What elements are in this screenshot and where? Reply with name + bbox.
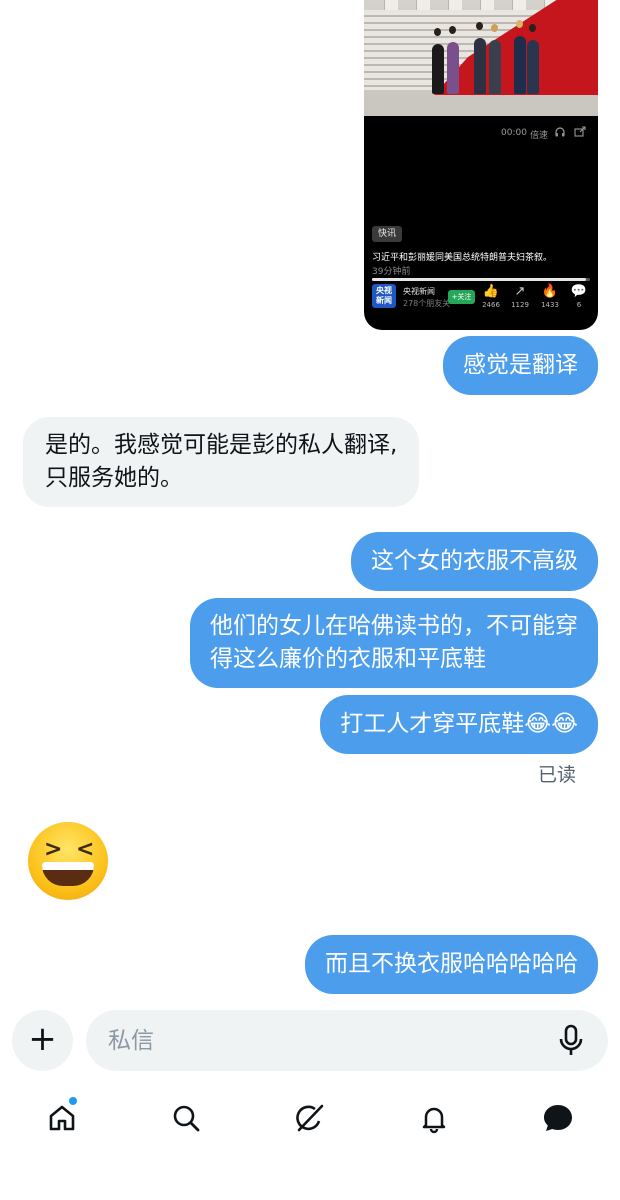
comment-icon: 💬 (570, 284, 588, 299)
message-line: 只服务她的。 (45, 465, 183, 491)
share-screen-icon[interactable] (574, 126, 586, 142)
plus-icon[interactable]: + (12, 1010, 73, 1071)
video-time-ago: 39分钟前 (372, 267, 411, 277)
comment-count: 6 (576, 301, 582, 309)
bottom-tab-bar (0, 1090, 620, 1146)
message-bubble-outgoing[interactable]: 感觉是翻译 (443, 336, 598, 395)
video-headline: 习近平和彭丽媛同美国总统特朗普夫妇茶叙。 (372, 253, 553, 263)
message-line: 是的。我感觉可能是彭的私人翻译, (45, 432, 398, 458)
comment-stat[interactable]: 💬 6 (564, 284, 594, 310)
headphones-icon[interactable] (554, 126, 566, 142)
channel-followers: 278个朋友关 (403, 299, 451, 308)
video-progress-bar[interactable] (372, 278, 590, 281)
video-thumbnail[interactable] (364, 0, 598, 116)
home-notification-dot (69, 1097, 77, 1105)
message-bubble-outgoing[interactable]: 而且不换衣服哈哈哈哈哈 (305, 935, 598, 994)
microphone-icon[interactable] (556, 1024, 586, 1058)
search-icon[interactable] (166, 1098, 206, 1138)
news-tag: 快讯 (372, 226, 403, 242)
message-line: 他们的女儿在哈佛读书的，不可能穿 (210, 613, 578, 639)
bell-icon[interactable] (414, 1098, 454, 1138)
video-controls: 00:00 倍速 (364, 126, 598, 146)
flame-icon: 🔥 (541, 284, 559, 299)
message-bubble-outgoing[interactable]: 他们的女儿在哈佛读书的，不可能穿 得这么廉价的衣服和平底鞋 (190, 598, 598, 688)
follow-button[interactable]: +关注 (448, 290, 475, 304)
home-icon[interactable] (42, 1098, 82, 1138)
like-count: 2466 (482, 301, 500, 309)
share-stat[interactable]: ↗ 1129 (505, 284, 535, 310)
video-progress-fill (372, 278, 586, 281)
like-stat[interactable]: 👍 2466 (476, 284, 506, 310)
message-input[interactable] (108, 1010, 548, 1071)
read-receipt: 已读 (537, 764, 576, 786)
message-bubble-outgoing[interactable]: 打工人才穿平底鞋😂😂 (320, 695, 598, 754)
video-time: 00:00 (501, 128, 527, 138)
thumbs-up-icon: 👍 (482, 284, 500, 299)
flame-count: 1433 (541, 301, 559, 309)
shared-video-card[interactable]: 00:00 倍速 快讯 习近平和彭丽媛同美国总统特朗普夫妇茶叙。 39分钟前 央… (364, 0, 598, 330)
grinning-squinting-face-emoji[interactable]: > < (28, 822, 108, 900)
grok-icon[interactable] (290, 1098, 330, 1138)
share-count: 1129 (511, 301, 529, 309)
flame-stat[interactable]: 🔥 1433 (535, 284, 565, 310)
speed-button[interactable]: 倍速 (530, 128, 548, 141)
share-icon: ↗ (514, 284, 526, 299)
channel-name[interactable]: 央视新闻 (403, 286, 435, 297)
messages-icon[interactable] (538, 1098, 578, 1138)
message-bubble-incoming[interactable]: 是的。我感觉可能是彭的私人翻译, 只服务她的。 (23, 417, 420, 507)
channel-logo[interactable]: 央视 新闻 (372, 284, 396, 308)
message-bubble-outgoing[interactable]: 这个女的衣服不高级 (351, 532, 598, 591)
message-line: 得这么廉价的衣服和平底鞋 (210, 646, 486, 672)
message-composer (86, 1010, 608, 1071)
